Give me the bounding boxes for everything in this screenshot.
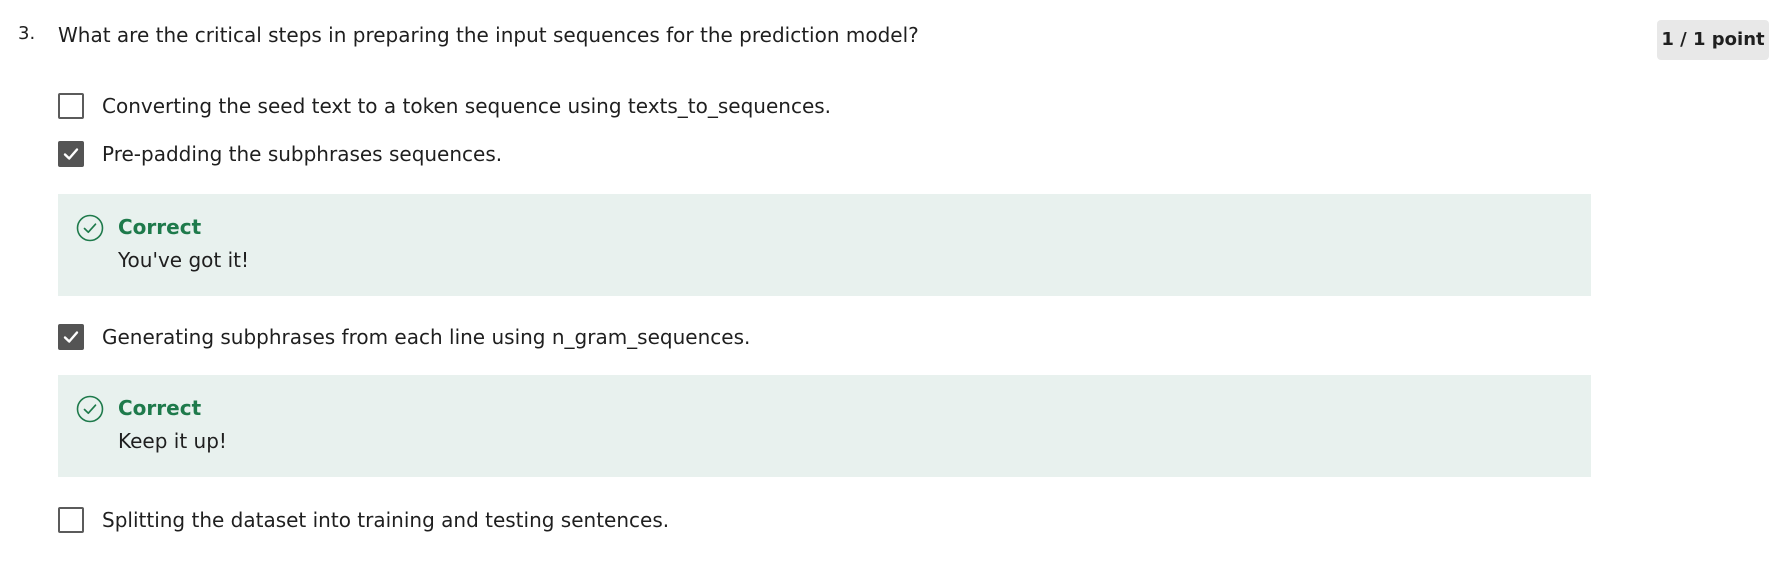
option-4-label: Splitting the dataset into training and … — [102, 508, 670, 532]
feedback-title: Correct — [118, 396, 202, 420]
checkbox-checked[interactable] — [58, 141, 84, 167]
feedback-panel-1: Correct You've got it! — [58, 194, 1591, 296]
feedback-title: Correct — [118, 215, 202, 239]
checkmark-icon — [63, 148, 79, 160]
option-2-label: Pre-padding the subphrases sequences. — [102, 142, 503, 166]
checkmark-icon — [63, 331, 79, 343]
checkbox-unchecked[interactable] — [58, 507, 84, 533]
option-1[interactable]: Converting the seed text to a token sequ… — [58, 93, 831, 119]
feedback-message: Keep it up! — [118, 429, 227, 453]
check-circle-icon — [76, 395, 104, 423]
option-1-label: Converting the seed text to a token sequ… — [102, 94, 832, 118]
question-text: What are the critical steps in preparing… — [58, 23, 919, 47]
feedback-message: You've got it! — [118, 248, 250, 272]
option-3-label: Generating subphrases from each line usi… — [102, 325, 751, 349]
checkbox-checked[interactable] — [58, 324, 84, 350]
check-circle-icon — [76, 214, 104, 242]
feedback-panel-2: Correct Keep it up! — [58, 375, 1591, 477]
points-badge: 1 / 1 point — [1657, 20, 1769, 60]
option-3[interactable]: Generating subphrases from each line usi… — [58, 324, 750, 350]
question-number: 3. — [18, 23, 36, 44]
option-4[interactable]: Splitting the dataset into training and … — [58, 507, 669, 533]
checkbox-unchecked[interactable] — [58, 93, 84, 119]
option-2[interactable]: Pre-padding the subphrases sequences. — [58, 141, 502, 167]
